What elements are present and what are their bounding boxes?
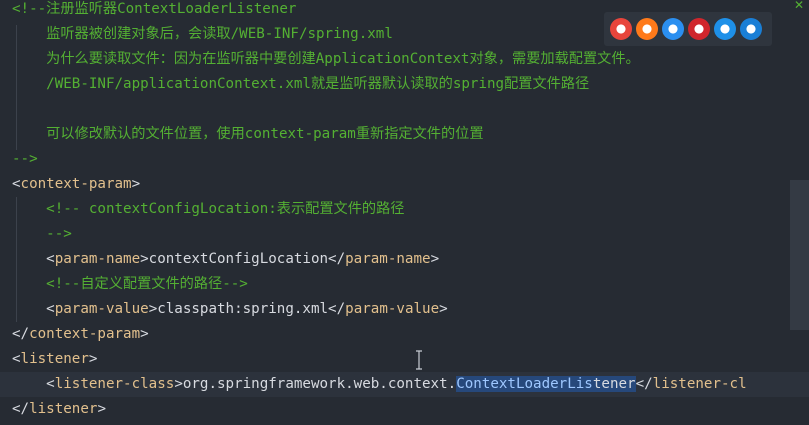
code-token: param-name [54,251,141,267]
code-token: >contextConfigLocation</ [140,251,346,267]
code-token: context-param [20,176,132,192]
code-line[interactable]: </listener> [0,397,809,422]
code-token: <!--自定义配置文件的路径--> [12,276,248,292]
code-token: 为什么要读取文件：因为在监听器中要创建ApplicationContext对象，… [12,51,640,67]
code-token: <!-- contextConfigLocation:表示配置文件的路径 [12,201,405,217]
code-token: > [439,301,448,317]
code-token: param-value [345,301,440,317]
code-line[interactable]: --> [0,147,809,172]
code-token: > [140,326,149,342]
code-token: --> [12,151,38,167]
code-token: >org.springframework.web.context. [174,376,457,392]
code-line[interactable]: <!-- contextConfigLocation:表示配置文件的路径 [0,197,809,222]
code-token: </ [12,401,30,417]
code-token: < [12,301,55,317]
ie-icon[interactable] [714,18,736,40]
code-token: < [12,176,21,192]
code-token: < [12,351,21,367]
code-line[interactable]: <param-name>contextConfigLocation</param… [0,247,809,272]
code-line[interactable]: 可以修改默认的文件位置，使用context-param重新指定文件的位置 [0,122,809,147]
code-token: <!--注册监听器ContextLoaderListener [12,1,297,17]
indent-guide [16,25,17,150]
code-token: < [12,251,55,267]
selected-text: tener [592,376,636,392]
chrome-icon[interactable] [610,18,632,40]
code-token: listener [20,351,89,367]
code-token: context-param [29,326,141,342]
code-line[interactable]: </context-param> [0,322,809,347]
code-token: listener [29,401,98,417]
code-token: </ [12,326,30,342]
text-cursor-icon [416,350,422,370]
code-line[interactable]: --> [0,222,809,247]
code-token: < [12,376,55,392]
code-token: --> [12,226,72,242]
indent-guide [16,197,17,322]
code-line[interactable]: <context-param> [0,172,809,197]
code-token: listener-cl [652,376,747,392]
code-token: > [131,176,141,192]
opera-icon[interactable] [688,18,710,40]
code-token: param-value [54,301,149,317]
code-token: param-name [345,251,431,267]
code-token: 监听器被创建对象后，会读取/WEB-INF/spring.xml [12,26,393,42]
code-editor[interactable]: <!--注册监听器ContextLoaderListener 监听器被创建对象后… [0,0,809,425]
code-line[interactable]: <param-value>classpath:spring.xml</param… [0,297,809,322]
firefox-icon[interactable] [636,18,658,40]
code-token: 可以修改默认的文件位置，使用context-param重新指定文件的位置 [12,126,484,142]
code-line[interactable] [0,97,809,122]
code-line[interactable]: 为什么要读取文件：因为在监听器中要创建ApplicationContext对象，… [0,47,809,72]
code-token: > [430,251,440,267]
code-token: > [97,401,106,417]
code-line-current[interactable]: <listener-class>org.springframework.web.… [0,372,809,397]
code-line[interactable]: <!--自定义配置文件的路径--> [0,272,809,297]
code-token: > [88,351,98,367]
code-token: </ [635,376,653,392]
code-token: /WEB-INF/applicationContext.xml就是监听器默认读取… [12,76,590,92]
selected-text: ContextLoaderLis [456,376,593,392]
code-token: >classpath:spring.xml</ [148,301,346,317]
fold-marker-icon[interactable]: ✕ [794,0,804,12]
browser-preview-bar [604,12,772,46]
code-line[interactable]: /WEB-INF/applicationContext.xml就是监听器默认读取… [0,72,809,97]
safari-icon[interactable] [662,18,684,40]
code-token: listener-class [54,376,175,392]
code-line[interactable]: <listener> [0,347,809,372]
edge-icon[interactable] [740,18,762,40]
vertical-scrollbar[interactable] [790,180,809,330]
